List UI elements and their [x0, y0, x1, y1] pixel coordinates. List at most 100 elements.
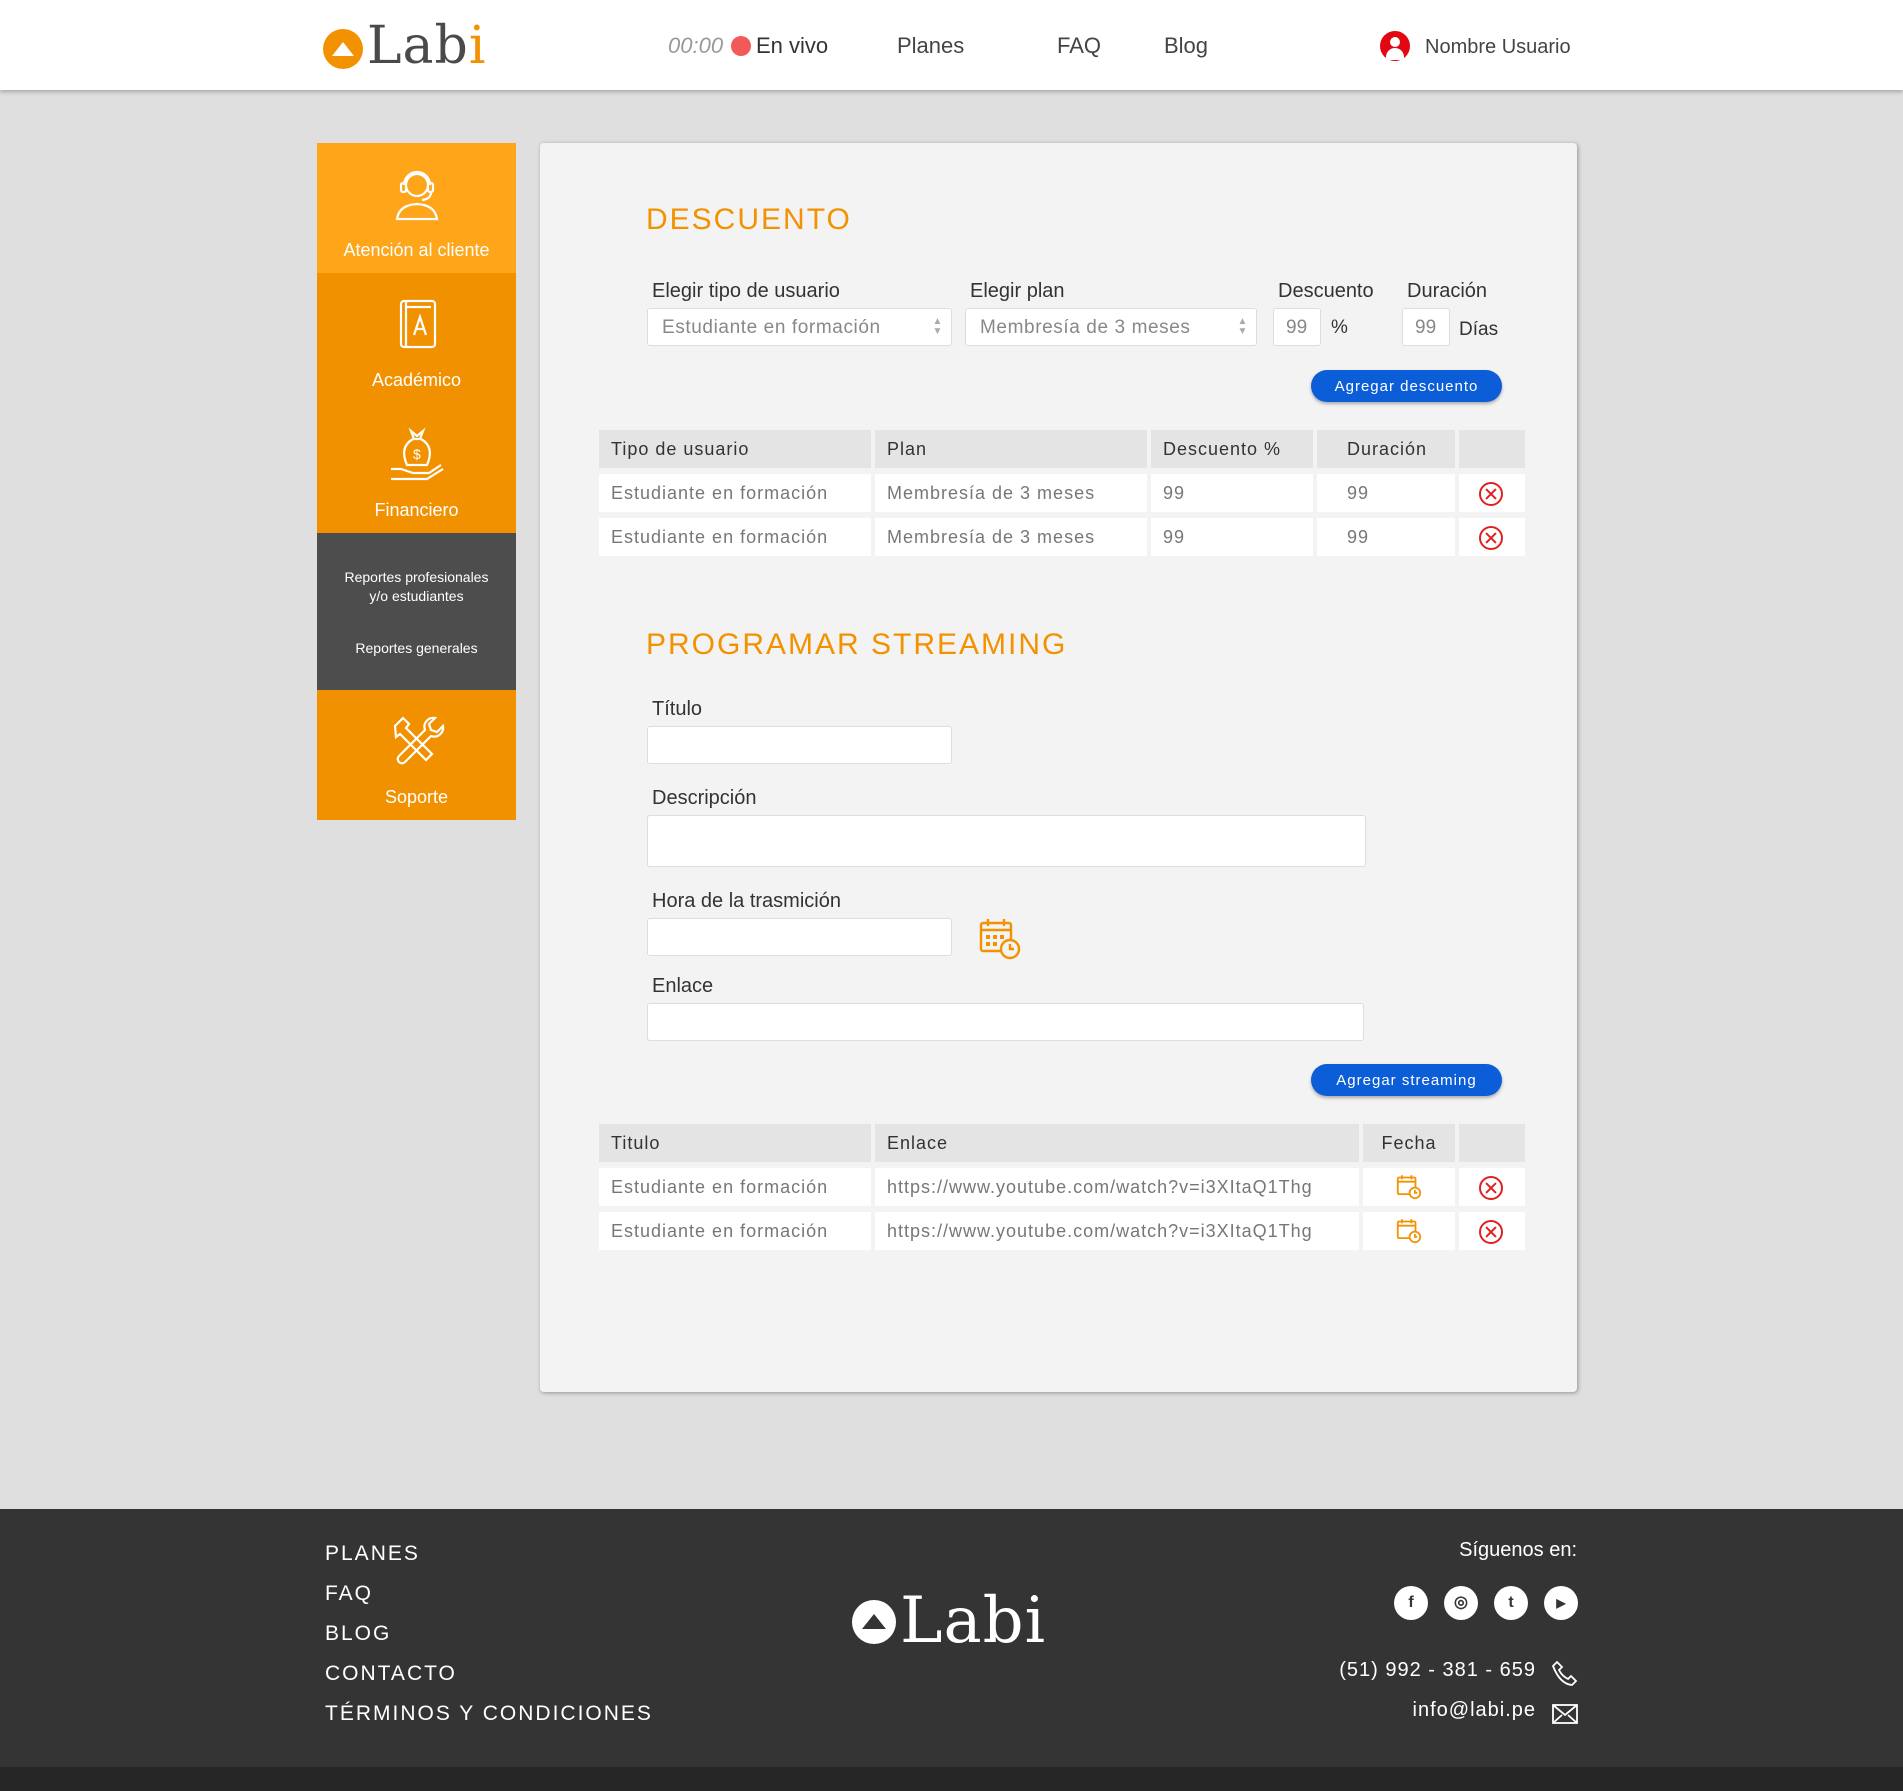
add-discount-button[interactable]: Agregar descuento	[1311, 370, 1502, 402]
table-cell: 99	[1151, 518, 1313, 556]
stream-title-input[interactable]	[647, 726, 952, 764]
add-streaming-button[interactable]: Agregar streaming	[1311, 1064, 1502, 1096]
streaming-title: PROGRAMAR STREAMING	[646, 628, 1068, 661]
delete-icon[interactable]	[1479, 526, 1503, 550]
table-row-actions	[1459, 518, 1525, 556]
money-hand-icon: $	[391, 427, 444, 481]
sidebar-item-financiero[interactable]: $ Financiero	[317, 403, 516, 533]
sidebar-label-soporte: Soporte	[384, 787, 449, 807]
plan-select[interactable]: Membresía de 3 meses ▲ ▼	[965, 308, 1257, 346]
phone-icon	[1552, 1660, 1578, 1686]
book-icon	[399, 299, 437, 349]
financiero-submenu: Reportes profesionales y/o estudiantes R…	[317, 533, 516, 690]
delete-icon[interactable]	[1479, 1176, 1503, 1200]
footer-logo-text: Labi	[900, 1584, 1047, 1658]
logo-text-main: Lab	[367, 16, 469, 76]
svg-text:$: $	[413, 446, 421, 462]
nav-planes[interactable]: Planes	[897, 33, 964, 59]
sidebar-label-financiero: Financiero	[374, 500, 459, 520]
footer-link-blog[interactable]: BLOG	[325, 1622, 391, 1646]
table-row-date	[1363, 1212, 1455, 1250]
table-row-date	[1363, 1168, 1455, 1206]
labi-logo[interactable]: Labi	[323, 18, 486, 74]
submenu-label-reportes-profesionales: Reportes profesionales y/o estudiantes	[344, 569, 489, 604]
table-cell[interactable]: https://www.youtube.com/watch?v=i3XItaQ1…	[875, 1212, 1359, 1250]
table-cell: 99	[1151, 474, 1313, 512]
live-dot-icon	[731, 36, 751, 56]
sidebar-label-academico: Académico	[371, 370, 462, 390]
footer-logo[interactable]: Labi	[852, 1589, 1046, 1653]
user-type-value: Estudiante en formación	[662, 317, 881, 338]
sidebar-item-atencion[interactable]: Atención al cliente	[317, 143, 516, 273]
logo-mark-icon	[323, 29, 363, 69]
submenu-reportes-generales[interactable]: Reportes generales	[317, 640, 516, 656]
youtube-icon[interactable]: ▶	[1544, 1586, 1578, 1620]
stream-description-label: Descripción	[652, 787, 757, 809]
table-cell: Estudiante en formación	[599, 1212, 871, 1250]
stream-time-input[interactable]	[647, 918, 952, 956]
facebook-icon[interactable]: f	[1394, 1586, 1428, 1620]
table-cell[interactable]: https://www.youtube.com/watch?v=i3XItaQ1…	[875, 1168, 1359, 1206]
logo-text-accent: i	[468, 16, 487, 76]
plan-label: Elegir plan	[970, 280, 1065, 302]
table-header: Titulo	[599, 1124, 871, 1162]
delete-icon[interactable]	[1479, 1220, 1503, 1244]
calendar-clock-icon[interactable]	[978, 917, 1022, 961]
table-cell: Estudiante en formación	[599, 1168, 871, 1206]
duration-input[interactable]: 99	[1402, 308, 1450, 346]
main-panel: DESCUENTO Elegir tipo de usuario Estudia…	[540, 143, 1577, 1392]
table-header: Fecha	[1363, 1124, 1455, 1162]
live-link[interactable]: En vivo	[756, 33, 828, 59]
nav-blog[interactable]: Blog	[1164, 33, 1208, 59]
table-row-actions	[1459, 1212, 1525, 1250]
submenu-reportes-profesionales[interactable]: Reportes profesionales y/o estudiantes	[317, 533, 516, 606]
follow-label: Síguenos en:	[1459, 1539, 1577, 1561]
table-cell: Estudiante en formación	[599, 518, 871, 556]
tools-icon	[393, 716, 445, 765]
calendar-clock-icon[interactable]	[1396, 1174, 1422, 1200]
user-type-label: Elegir tipo de usuario	[652, 280, 840, 302]
discount-input[interactable]: 99	[1273, 308, 1321, 346]
twitter-icon[interactable]: t	[1494, 1586, 1528, 1620]
table-cell: Membresía de 3 meses	[875, 518, 1147, 556]
table-header: Plan	[875, 430, 1147, 468]
table-cell: 99	[1317, 474, 1455, 512]
calendar-clock-icon[interactable]	[1396, 1218, 1422, 1244]
footer-link-contacto[interactable]: CONTACTO	[325, 1662, 457, 1686]
select-arrows-icon: ▲ ▼	[1237, 316, 1248, 337]
footer-bottom-bar	[0, 1767, 1903, 1791]
delete-icon[interactable]	[1479, 482, 1503, 506]
sidebar-label-atencion: Atención al cliente	[343, 240, 490, 260]
stream-description-input[interactable]	[647, 815, 1366, 867]
plan-value: Membresía de 3 meses	[980, 317, 1191, 338]
user-type-select[interactable]: Estudiante en formación ▲ ▼	[647, 308, 952, 346]
table-row-actions	[1459, 474, 1525, 512]
live-timer: 00:00	[668, 33, 724, 58]
table-cell: 99	[1317, 518, 1455, 556]
nav-faq[interactable]: FAQ	[1057, 33, 1101, 59]
footer-link-planes[interactable]: PLANES	[325, 1542, 420, 1566]
discount-unit: %	[1331, 317, 1348, 338]
select-arrows-icon: ▲ ▼	[932, 316, 943, 337]
sidebar-item-academico[interactable]: Académico	[317, 273, 516, 403]
discount-label: Descuento	[1278, 280, 1374, 302]
table-header: Duración	[1317, 430, 1455, 468]
logo-mark-icon	[852, 1600, 896, 1644]
footer-email[interactable]: info@labi.pe	[1413, 1699, 1536, 1722]
headset-agent-icon	[395, 170, 439, 221]
footer-link-terminos[interactable]: TÉRMINOS Y CONDICIONES	[325, 1702, 653, 1726]
instagram-icon[interactable]: ◎	[1444, 1586, 1478, 1620]
table-cell: Estudiante en formación	[599, 474, 871, 512]
footer-phone[interactable]: (51) 992 - 381 - 659	[1339, 1659, 1536, 1682]
table-row-actions	[1459, 1168, 1525, 1206]
sidebar-item-soporte[interactable]: Soporte	[317, 690, 516, 820]
user-name[interactable]: Nombre Usuario	[1425, 36, 1571, 59]
stream-title-label: Título	[652, 698, 703, 720]
table-header-actions	[1459, 430, 1525, 468]
table-header: Tipo de usuario	[599, 430, 871, 468]
user-avatar-icon[interactable]	[1380, 31, 1410, 61]
stream-link-input[interactable]	[647, 1003, 1364, 1041]
sidebar: Atención al cliente Académico $ Financie…	[317, 143, 516, 820]
mail-icon	[1552, 1704, 1578, 1724]
footer-link-faq[interactable]: FAQ	[325, 1582, 373, 1606]
